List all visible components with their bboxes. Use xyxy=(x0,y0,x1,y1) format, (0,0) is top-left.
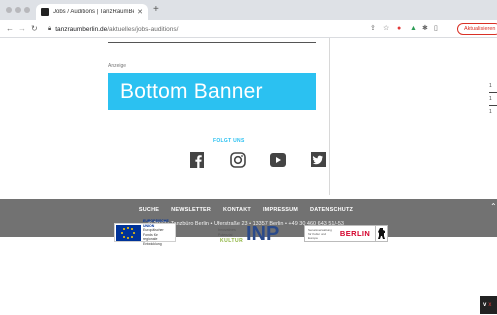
youtube-icon[interactable] xyxy=(268,150,287,169)
instagram-icon[interactable] xyxy=(228,150,247,169)
sidebar-fragment: 1 xyxy=(489,109,492,115)
forward-icon[interactable]: → xyxy=(18,23,26,35)
extension-green-icon[interactable]: ▲ xyxy=(410,24,417,34)
sidebar-fragment: 1 xyxy=(489,96,492,102)
maximize-window-icon[interactable] xyxy=(24,7,30,13)
inp-small-text: Innovatives Potenzial xyxy=(218,228,236,237)
eu-logo-text: EUROPÄISCHE UNION Europäischer Fonds für… xyxy=(143,219,174,246)
eu-logo: EUROPÄISCHE UNION Europäischer Fonds für… xyxy=(114,219,176,246)
url-host: tanzraumberlin.de xyxy=(55,25,108,33)
close-icon: x xyxy=(488,302,492,308)
banner-text: Bottom Banner xyxy=(120,79,263,103)
footer-link-kontakt[interactable]: KONTAKT xyxy=(223,207,251,213)
footer-link-datenschutz[interactable]: DATENSCHUTZ xyxy=(310,207,353,213)
new-tab-icon[interactable]: + xyxy=(153,4,159,16)
sidebar-rule xyxy=(489,92,497,93)
berlin-logo: Senatsverwaltung für Kultur und Europa B… xyxy=(304,225,388,242)
footer-nav: SUCHE NEWSLETTER KONTAKT IMPRESSUM DATEN… xyxy=(0,207,497,213)
footer-link-impressum[interactable]: IMPRESSUM xyxy=(263,207,298,213)
sidebar-partial: 1 1 1 xyxy=(489,82,497,116)
update-button[interactable]: Aktualisieren xyxy=(457,23,497,35)
browser-window: Jobs / Auditions | TanzRaumBerlin ✕ + ← … xyxy=(0,0,497,315)
column-divider xyxy=(329,38,330,195)
address-bar: ← → ↻ 🔒︎ tanzraumberlin.de/aktuelles/job… xyxy=(0,20,497,38)
sidebar-fragment: 1 xyxy=(489,83,492,89)
back-icon[interactable]: ← xyxy=(6,23,14,35)
follow-us-label: FOLGT UNS xyxy=(213,138,245,144)
sidebar-rule xyxy=(489,105,497,106)
sidepanel-icon[interactable]: ▯ xyxy=(434,24,438,34)
tab-title: Jobs / Auditions | TanzRaumBerlin xyxy=(53,9,134,15)
lock-icon: 🔒︎ xyxy=(48,25,52,32)
inp-kultur: KULTUR xyxy=(220,238,244,244)
reload-icon[interactable]: ↻ xyxy=(31,23,38,35)
eu-title: EUROPÄISCHE UNION xyxy=(143,219,169,228)
cookie-consent-button[interactable]: v x xyxy=(480,296,497,314)
checkmark-icon: v xyxy=(483,302,487,308)
berlin-bear-icon xyxy=(375,226,387,241)
twitter-icon[interactable] xyxy=(309,150,328,169)
berlin-line2: für Kultur und Europa xyxy=(308,231,327,240)
ad-label: Anzeige xyxy=(108,63,127,69)
inp-logo: · · · Innovatives Potenzial KULTUR INP xyxy=(218,219,280,245)
footer-link-suche[interactable]: SUCHE xyxy=(139,207,159,213)
extensions-puzzle-icon[interactable]: ✱ xyxy=(422,24,428,34)
close-window-icon[interactable] xyxy=(6,7,12,13)
tab-favicon-icon xyxy=(41,8,49,16)
facebook-icon[interactable] xyxy=(187,150,206,169)
bottom-banner-ad[interactable]: Bottom Banner xyxy=(108,73,316,110)
eu-line1: Europäischer Fonds für xyxy=(143,228,164,237)
tab-close-icon[interactable]: ✕ xyxy=(137,8,143,16)
berlin-wordmark: BERLIN xyxy=(339,229,371,238)
url-path: /aktuelles/jobs-auditions/ xyxy=(107,25,179,33)
inp-line2: Potenzial xyxy=(218,232,233,237)
footer-link-newsletter[interactable]: NEWSLETTER xyxy=(171,207,211,213)
extension-red-icon[interactable]: ● xyxy=(397,24,401,34)
divider xyxy=(108,42,316,43)
berlin-small-text: Senatsverwaltung für Kultur und Europa xyxy=(305,228,335,240)
eu-line2: regionale Entwicklung xyxy=(143,237,162,246)
bookmark-star-icon[interactable]: ☆ xyxy=(383,24,389,34)
inp-line1: Innovatives xyxy=(218,228,236,232)
berlin-line1: Senatsverwaltung xyxy=(308,227,332,232)
tab-bar: Jobs / Auditions | TanzRaumBerlin ✕ + xyxy=(0,0,497,20)
inp-wordmark: INP xyxy=(246,223,280,245)
page-content: Anzeige Bottom Banner 1 1 1 FOLGT UNS SU… xyxy=(0,38,497,315)
browser-tab[interactable]: Jobs / Auditions | TanzRaumBerlin ✕ xyxy=(36,4,148,20)
minimize-window-icon[interactable] xyxy=(15,7,21,13)
eu-flag-icon xyxy=(116,224,141,241)
scroll-top-icon[interactable]: ⌃ xyxy=(490,202,497,211)
share-icon[interactable]: ⇪ xyxy=(370,24,376,34)
